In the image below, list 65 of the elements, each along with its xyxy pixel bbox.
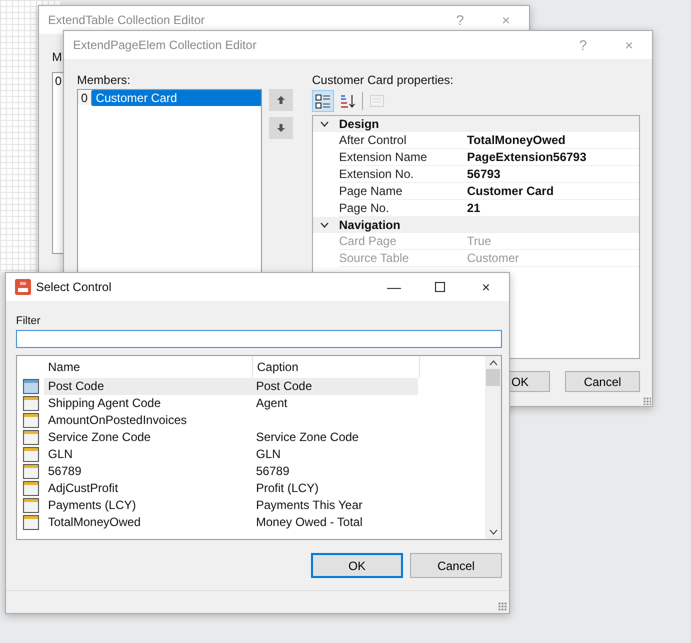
categorized-view-button[interactable] [312, 90, 334, 112]
scroll-thumb[interactable] [486, 369, 500, 386]
control-caption: Payments This Year [256, 498, 363, 512]
close-button[interactable]: × [463, 273, 509, 301]
control-caption: Money Owed - Total [256, 515, 362, 529]
members-label: Members: [77, 73, 132, 89]
property-value[interactable]: 56793 [467, 167, 500, 181]
control-caption: 56789 [256, 464, 290, 478]
property-name: Extension Name [339, 150, 428, 164]
scroll-up-icon [488, 360, 498, 366]
control-name[interactable]: Post Code [44, 378, 252, 395]
control-caption: Service Zone Code [256, 430, 359, 444]
cancel-button[interactable]: Cancel [410, 553, 502, 578]
control-caption: Agent [256, 396, 288, 410]
cancel-button[interactable]: Cancel [565, 371, 640, 392]
minimize-button[interactable]: — [371, 273, 417, 301]
scroll-down-icon [488, 529, 498, 535]
item-name: Customer Card [92, 90, 261, 106]
property-name: Source Table [339, 251, 410, 265]
category-list-icon [315, 93, 331, 109]
move-down-button[interactable] [269, 117, 293, 139]
list-item[interactable]: 0 Customer Card [78, 90, 261, 106]
property-value[interactable]: 21 [467, 201, 480, 215]
property-value[interactable]: PageExtension56793 [467, 150, 586, 164]
properties-label: Customer Card properties: [312, 73, 454, 89]
property-value[interactable]: TotalMoneyOwed [467, 133, 566, 147]
app-icon [15, 279, 31, 295]
property-name: Extension No. [339, 167, 415, 181]
control-name[interactable]: Payments (LCY) [44, 497, 252, 514]
property-value[interactable]: Customer Card [467, 184, 554, 198]
filter-label: Filter [16, 315, 42, 329]
ok-button[interactable]: OK [311, 553, 403, 578]
control-name[interactable]: Shipping Agent Code [44, 395, 252, 412]
item-index: 0 [78, 91, 92, 105]
property-name: Card Page [339, 234, 398, 248]
resize-grip [643, 397, 651, 405]
property-name: Page Name [339, 184, 404, 198]
maximize-icon [435, 282, 445, 292]
control-caption: Post Code [256, 379, 312, 393]
chevron-icon [320, 222, 328, 228]
category-name: Design [339, 117, 380, 131]
control-caption: Profit (LCY) [256, 481, 319, 495]
category-name: Navigation [339, 218, 400, 232]
control-name[interactable]: GLN [44, 446, 252, 463]
control-name[interactable]: AdjCustProfit [44, 480, 252, 497]
window-title: ExtendTable Collection Editor [48, 13, 205, 27]
property-name: Page No. [339, 201, 390, 215]
property-pages-icon [369, 93, 385, 109]
down-arrow-icon [276, 123, 286, 133]
sort-icon [340, 93, 356, 109]
chevron-icon [320, 121, 328, 127]
up-arrow-icon [276, 95, 286, 105]
control-name[interactable]: AmountOnPostedInvoices [44, 412, 252, 429]
control-caption: GLN [256, 447, 281, 461]
window-title: ExtendPageElem Collection Editor [73, 38, 256, 52]
resize-grip [498, 602, 507, 611]
control-name[interactable]: Service Zone Code [44, 429, 252, 446]
move-up-button[interactable] [269, 89, 293, 111]
property-name: After Control [339, 133, 408, 147]
members-label: M [52, 50, 63, 64]
control-name[interactable]: 56789 [44, 463, 252, 480]
filter-field[interactable] [16, 330, 502, 348]
window-title: Select Control [36, 280, 112, 294]
scrollbar[interactable] [485, 356, 501, 539]
control-name[interactable]: TotalMoneyOwed [44, 514, 252, 531]
